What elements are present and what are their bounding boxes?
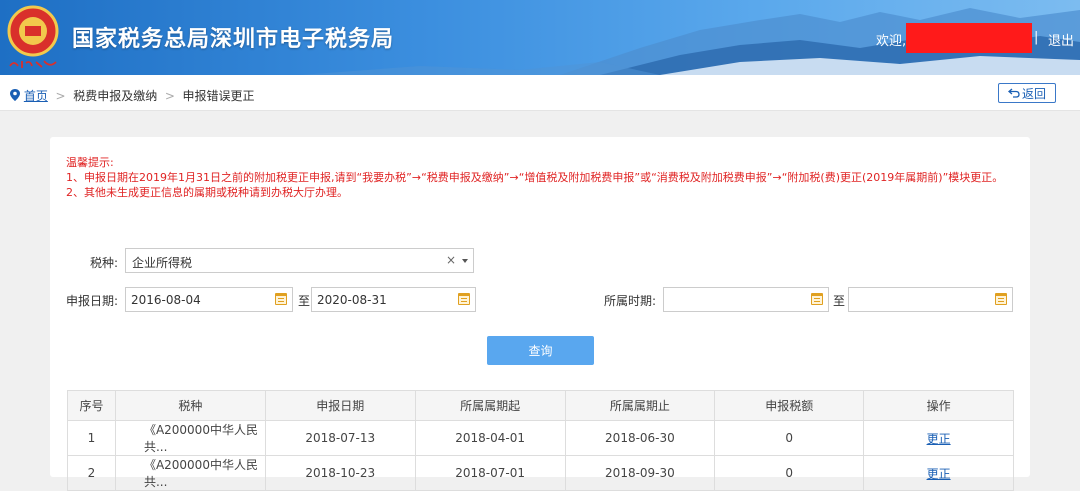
table-row: 1 《A200000中华人民共... 2018-07-13 2018-04-01… <box>67 420 1014 456</box>
site-title: 国家税务总局深圳市电子税务局 <box>72 27 395 52</box>
redacted-username <box>906 23 1032 53</box>
logout-link[interactable]: 退出 <box>1048 30 1074 49</box>
date-range-to: 至 <box>298 294 311 308</box>
tax-type-value: 企业所得税 <box>132 256 193 270</box>
tips-item: 2、其他未生成更正信息的属期或税种请到办税大厅办理。 <box>66 186 348 199</box>
period-to-input[interactable] <box>848 287 1013 312</box>
tax-type-label: 税种: <box>90 256 119 270</box>
calligraphy-logo-icon <box>9 60 57 68</box>
chevron-down-icon <box>462 259 468 263</box>
col-header: 所属属期起 <box>414 390 566 421</box>
return-arrow-icon <box>1007 88 1020 98</box>
clear-icon[interactable]: × <box>446 253 456 267</box>
location-pin-icon <box>10 89 20 101</box>
calendar-icon[interactable] <box>458 293 470 305</box>
declare-date-to-value: 2020-08-31 <box>317 293 387 307</box>
breadcrumb-current: 申报错误更正 <box>182 89 255 103</box>
period-from-input[interactable] <box>663 287 829 312</box>
cell-declare-date: 2018-07-13 <box>264 420 416 456</box>
cell-period-start: 2018-04-01 <box>414 420 566 456</box>
cell-index: 1 <box>67 420 116 456</box>
cell-index: 2 <box>67 455 116 491</box>
breadcrumb-home-link[interactable]: 首页 <box>24 89 48 103</box>
tips-item: 1、申报日期在2019年1月31日之前的附加税更正申报,请到“我要办税”→“税费… <box>66 171 1004 184</box>
breadcrumb-trail: 首页 > 税费申报及缴纳 > 申报错误更正 <box>10 87 255 104</box>
declare-date-from-value: 2016-08-04 <box>131 293 201 307</box>
tax-type-select[interactable]: 企业所得税 × <box>125 248 474 273</box>
declare-date-to-input[interactable]: 2020-08-31 <box>311 287 476 312</box>
col-header: 操作 <box>863 390 1014 421</box>
breadcrumb: 首页 > 税费申报及缴纳 > 申报错误更正 <box>0 75 1080 111</box>
header-separator: | <box>1034 30 1039 45</box>
col-header: 所属属期止 <box>564 390 716 421</box>
table-header-row: 序号 税种 申报日期 所属属期起 所属属期止 申报税额 操作 <box>67 390 1014 421</box>
breadcrumb-level1[interactable]: 税费申报及缴纳 <box>73 89 157 103</box>
breadcrumb-sep: > <box>55 89 66 103</box>
calendar-icon[interactable] <box>275 293 287 305</box>
period-range-to: 至 <box>833 294 846 308</box>
correct-link[interactable]: 更正 <box>927 432 951 446</box>
cell-tax-amount: 0 <box>714 455 865 491</box>
tips-title: 温馨提示: <box>66 156 114 169</box>
calendar-icon[interactable] <box>811 293 823 305</box>
col-header: 税种 <box>114 390 266 421</box>
results-table: 序号 税种 申报日期 所属属期起 所属属期止 申报税额 操作 1 《A20000… <box>67 390 1014 491</box>
cell-action: 更正 <box>863 420 1014 456</box>
cell-action: 更正 <box>863 455 1014 491</box>
cell-period-end: 2018-09-30 <box>564 455 716 491</box>
declare-date-from-input[interactable]: 2016-08-04 <box>125 287 293 312</box>
page-header: 国家税务总局深圳市电子税务局 欢迎, | 退出 <box>0 0 1080 75</box>
tax-emblem-icon <box>7 5 59 57</box>
declare-date-label: 申报日期: <box>66 294 119 308</box>
cell-tax-type: 《A200000中华人民共... <box>114 420 266 456</box>
back-button-label: 返回 <box>1021 86 1046 101</box>
back-button[interactable]: 返回 <box>998 83 1056 103</box>
breadcrumb-sep: > <box>164 89 175 103</box>
welcome-text: 欢迎, <box>876 34 907 49</box>
col-header: 序号 <box>67 390 116 421</box>
col-header: 申报税额 <box>714 390 865 421</box>
query-button[interactable]: 查询 <box>487 336 594 365</box>
cell-tax-type: 《A200000中华人民共... <box>114 455 266 491</box>
cell-declare-date: 2018-10-23 <box>264 455 416 491</box>
cell-tax-amount: 0 <box>714 420 865 456</box>
col-header: 申报日期 <box>264 390 416 421</box>
warm-tips: 温馨提示: 1、申报日期在2019年1月31日之前的附加税更正申报,请到“我要办… <box>66 155 1016 200</box>
cell-period-end: 2018-06-30 <box>564 420 716 456</box>
period-label: 所属时期: <box>604 294 657 308</box>
calendar-icon[interactable] <box>995 293 1007 305</box>
cell-period-start: 2018-07-01 <box>414 455 566 491</box>
table-row: 2 《A200000中华人民共... 2018-10-23 2018-07-01… <box>67 455 1014 491</box>
